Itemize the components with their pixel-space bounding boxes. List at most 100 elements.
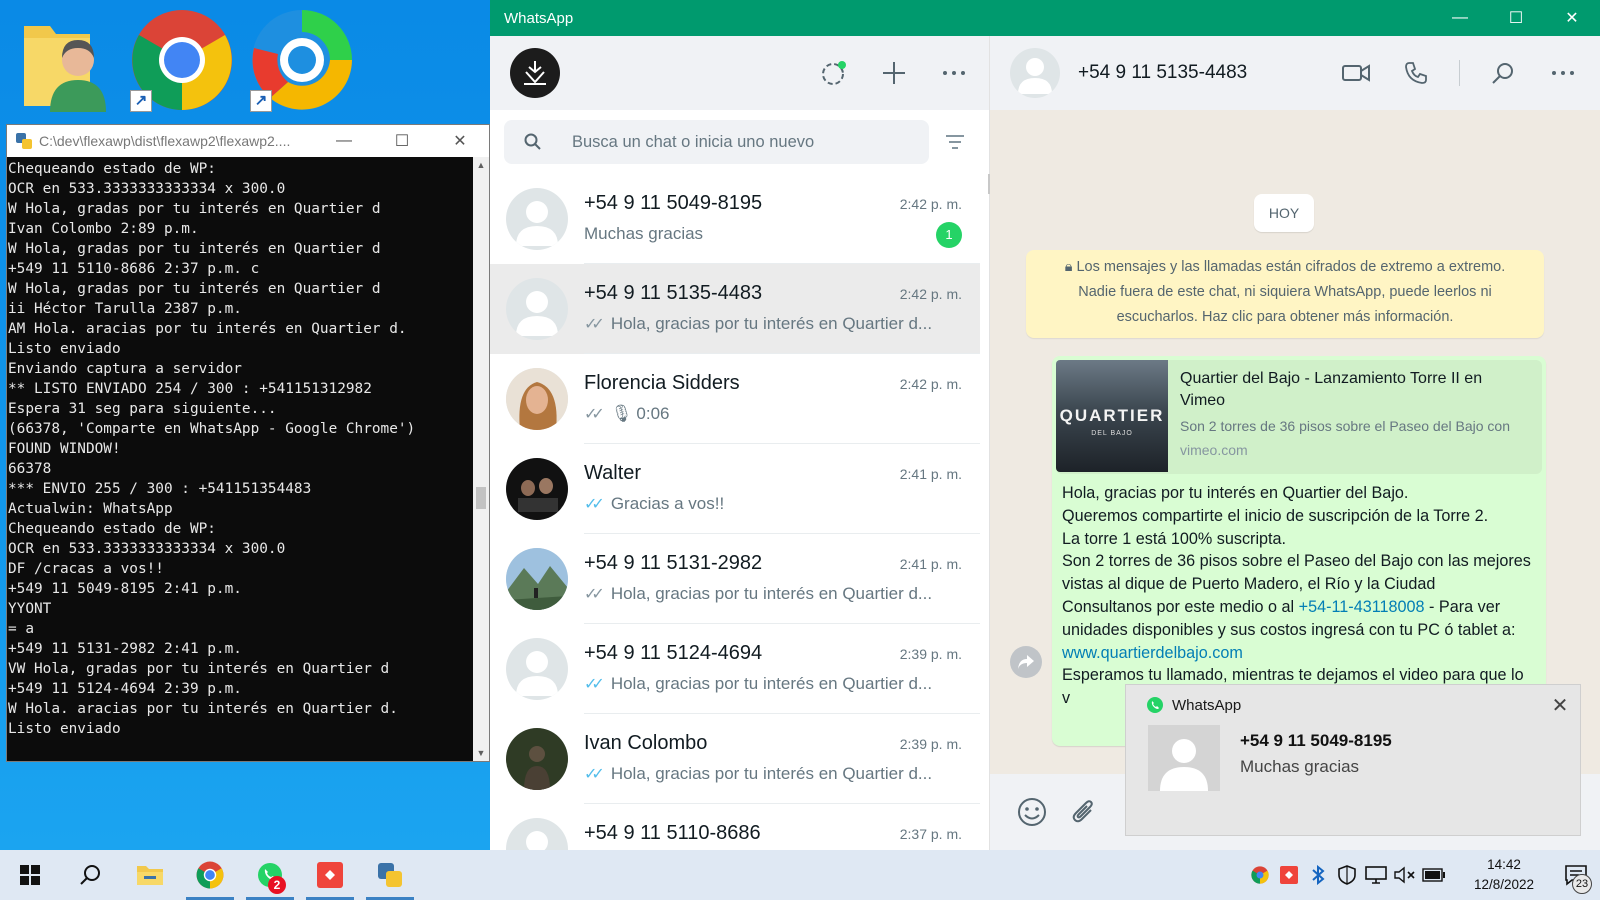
attach-icon[interactable] xyxy=(1068,796,1100,828)
taskbar-whatsapp[interactable]: 2 xyxy=(240,850,300,900)
tray-chrome-icon[interactable] xyxy=(1245,850,1274,900)
search-icon xyxy=(524,133,541,150)
whatsapp-titlebar[interactable]: WhatsApp — ☐ ✕ xyxy=(490,0,1600,36)
double-check-icon: ✓✓ xyxy=(584,586,605,603)
link-preview-description: Son 2 torres de 36 pisos sobre el Paseo … xyxy=(1180,418,1510,434)
console-scroll-thumb[interactable] xyxy=(476,487,486,509)
new-chat-icon[interactable] xyxy=(879,58,909,88)
double-check-icon: ✓✓ xyxy=(584,496,605,513)
microphone-icon: 🎙︎ xyxy=(610,404,633,423)
action-center-button[interactable]: 23 xyxy=(1552,850,1600,900)
notification-toast[interactable]: WhatsApp ✕ +54 9 11 5049-8195 Muchas gra… xyxy=(1125,684,1581,836)
console-line: Enviando captura a servidor xyxy=(8,361,242,377)
link-preview-card[interactable]: QUARTIER DEL BAJO Quartier del Bajo - La… xyxy=(1056,360,1542,474)
profile-avatar[interactable] xyxy=(510,48,560,98)
edge-shortcut-icon[interactable]: ↗ xyxy=(250,8,354,112)
search-messages-icon[interactable] xyxy=(1486,56,1520,90)
chat-name: +54 9 11 5124-4694 xyxy=(584,642,763,664)
double-check-icon: ✓✓ xyxy=(584,316,605,333)
console-titlebar[interactable]: C:\dev\flexawp\dist\flexawp2\flexawp2...… xyxy=(7,125,489,157)
whatsapp-maximize-button[interactable]: ☐ xyxy=(1488,0,1544,36)
video-call-icon[interactable] xyxy=(1339,56,1373,90)
taskbar-chrome[interactable] xyxy=(180,850,240,900)
status-icon[interactable] xyxy=(819,58,849,88)
console-line: ii Héctor Tarulla 2387 p.m. xyxy=(8,301,242,317)
chat-name: +54 9 11 5135-4483 xyxy=(584,282,763,304)
chrome-shortcut-icon[interactable]: ↗ xyxy=(130,8,234,112)
security-shield-icon[interactable] xyxy=(1332,850,1361,900)
whatsapp-logo-icon xyxy=(1147,697,1163,713)
chat-list-item[interactable]: Ivan Colombo 2:39 p. m. ✓✓ Hola, gracias … xyxy=(490,714,980,804)
chat-preview: ✓✓ Hola, gracias por tu interés en Quarti… xyxy=(584,314,933,333)
start-button[interactable] xyxy=(0,850,60,900)
search-input[interactable] xyxy=(572,132,912,152)
forward-icon[interactable] xyxy=(1010,646,1042,678)
taskbar-search-button[interactable] xyxy=(60,850,120,900)
emoji-icon[interactable] xyxy=(1016,796,1048,828)
scroll-down-arrow-icon[interactable]: ▼ xyxy=(473,745,489,761)
toast-close-button[interactable]: ✕ xyxy=(1540,685,1580,725)
console-scrollbar[interactable]: ▲ ▼ xyxy=(473,157,489,761)
console-line: VW Hola, gradas por tu interés en Quarti… xyxy=(8,661,390,677)
console-minimize-button[interactable]: — xyxy=(315,125,373,157)
conversation-menu-icon[interactable] xyxy=(1546,56,1580,90)
filter-icon[interactable] xyxy=(935,122,975,162)
toast-message: Muchas gracias xyxy=(1240,757,1360,776)
chat-list-item[interactable]: Walter 2:41 p. m. ✓✓ Gracias a vos!! xyxy=(490,444,980,534)
chat-list-item[interactable]: +54 9 11 5131-2982 2:41 p. m. ✓✓ Hola, gr… xyxy=(490,534,980,624)
console-line: OCR en 533.3333333333334 x 300.0 xyxy=(8,181,286,197)
whatsapp-unread-badge: 2 xyxy=(268,876,286,894)
taskbar-clock[interactable]: 14:42 12/8/2022 xyxy=(1456,855,1552,895)
chat-preview: ✓✓ Hola, gracias por tu interés en Quarti… xyxy=(584,764,933,783)
folder-icon xyxy=(137,866,163,885)
website-link[interactable]: www.quartierdelbajo.com xyxy=(1062,644,1243,662)
battery-icon[interactable] xyxy=(1419,850,1448,900)
search-box[interactable] xyxy=(504,120,929,164)
chat-avatar xyxy=(506,818,568,850)
tray-anydesk-icon[interactable] xyxy=(1274,850,1303,900)
taskbar-file-explorer[interactable] xyxy=(120,850,180,900)
user-folder-icon[interactable] xyxy=(20,8,124,112)
volume-muted-icon[interactable] xyxy=(1390,850,1419,900)
console-window[interactable]: C:\dev\flexawp\dist\flexawp2\flexawp2...… xyxy=(6,124,490,762)
chat-list-pane: +54 9 11 5049-8195 2:42 p. m. Muchas gra… xyxy=(490,36,998,850)
network-icon[interactable] xyxy=(1361,850,1390,900)
scroll-up-arrow-icon[interactable]: ▲ xyxy=(473,157,489,173)
python-console-icon xyxy=(378,863,402,887)
chat-list-item[interactable]: Florencia Sidders 2:42 p. m. ✓✓ 🎙︎ 0:06 xyxy=(490,354,980,444)
phone-link[interactable]: +54-11-43118008 xyxy=(1299,598,1425,616)
menu-dots-icon[interactable] xyxy=(939,58,969,88)
taskbar-anydesk[interactable] xyxy=(300,850,360,900)
chat-list-item[interactable]: +54 9 11 5110-8686 2:37 p. m. xyxy=(490,804,980,850)
chrome-icon xyxy=(196,861,224,889)
desktop: ↗ ↗ C:\dev\flexawp\dist\flexawp2\flexawp… xyxy=(0,0,490,850)
console-maximize-button[interactable]: ☐ xyxy=(373,125,431,157)
chat-avatar xyxy=(506,728,568,790)
chat-preview: ✓✓ Gracias a vos!! xyxy=(584,494,725,513)
console-close-button[interactable]: ✕ xyxy=(431,125,489,157)
link-preview-title: Quartier del Bajo - Lanzamiento Torre II… xyxy=(1180,370,1483,409)
whatsapp-close-button[interactable]: ✕ xyxy=(1544,0,1600,36)
console-output: Chequeando estado de WP: OCR en 533.33333… xyxy=(7,157,475,761)
day-chip: HOY xyxy=(1254,194,1314,232)
console-line: Chequeando estado de WP: xyxy=(8,521,216,537)
notification-count: 23 xyxy=(1572,874,1592,894)
chat-list-item[interactable]: +54 9 11 5124-4694 2:39 p. m. ✓✓ Hola, gr… xyxy=(490,624,980,714)
chat-list-item[interactable]: +54 9 11 5135-4483 2:42 p. m. ✓✓ Hola, gr… xyxy=(490,264,980,354)
console-line: Ivan Colombo 2:89 p.m. xyxy=(8,221,199,237)
encryption-notice[interactable]: 🔒︎ Los mensajes y las llamadas están cif… xyxy=(1026,250,1544,338)
whatsapp-minimize-button[interactable]: — xyxy=(1432,0,1488,36)
chat-list-item[interactable]: +54 9 11 5049-8195 2:42 p. m. Muchas gra… xyxy=(490,174,980,264)
message-area[interactable]: HOY 🔒︎ Los mensajes y las llamadas están… xyxy=(990,110,1600,774)
shortcut-arrow-icon: ↗ xyxy=(250,90,272,112)
windows-logo-icon xyxy=(20,865,40,885)
console-line: *** ENVIO 255 / 300 : +541151354483 xyxy=(8,481,312,497)
message-text: Hola, gracias por tu interés en Quartier… xyxy=(1062,484,1531,708)
voice-call-icon[interactable] xyxy=(1399,56,1433,90)
video-thumbnail[interactable]: QUARTIER DEL BAJO xyxy=(1056,360,1168,472)
contact-avatar[interactable] xyxy=(1010,48,1060,98)
bluetooth-icon[interactable] xyxy=(1303,850,1332,900)
taskbar-python-console[interactable] xyxy=(360,850,420,900)
chat-avatar xyxy=(506,638,568,700)
conversation-header[interactable]: +54 9 11 5135-4483 xyxy=(990,36,1600,110)
